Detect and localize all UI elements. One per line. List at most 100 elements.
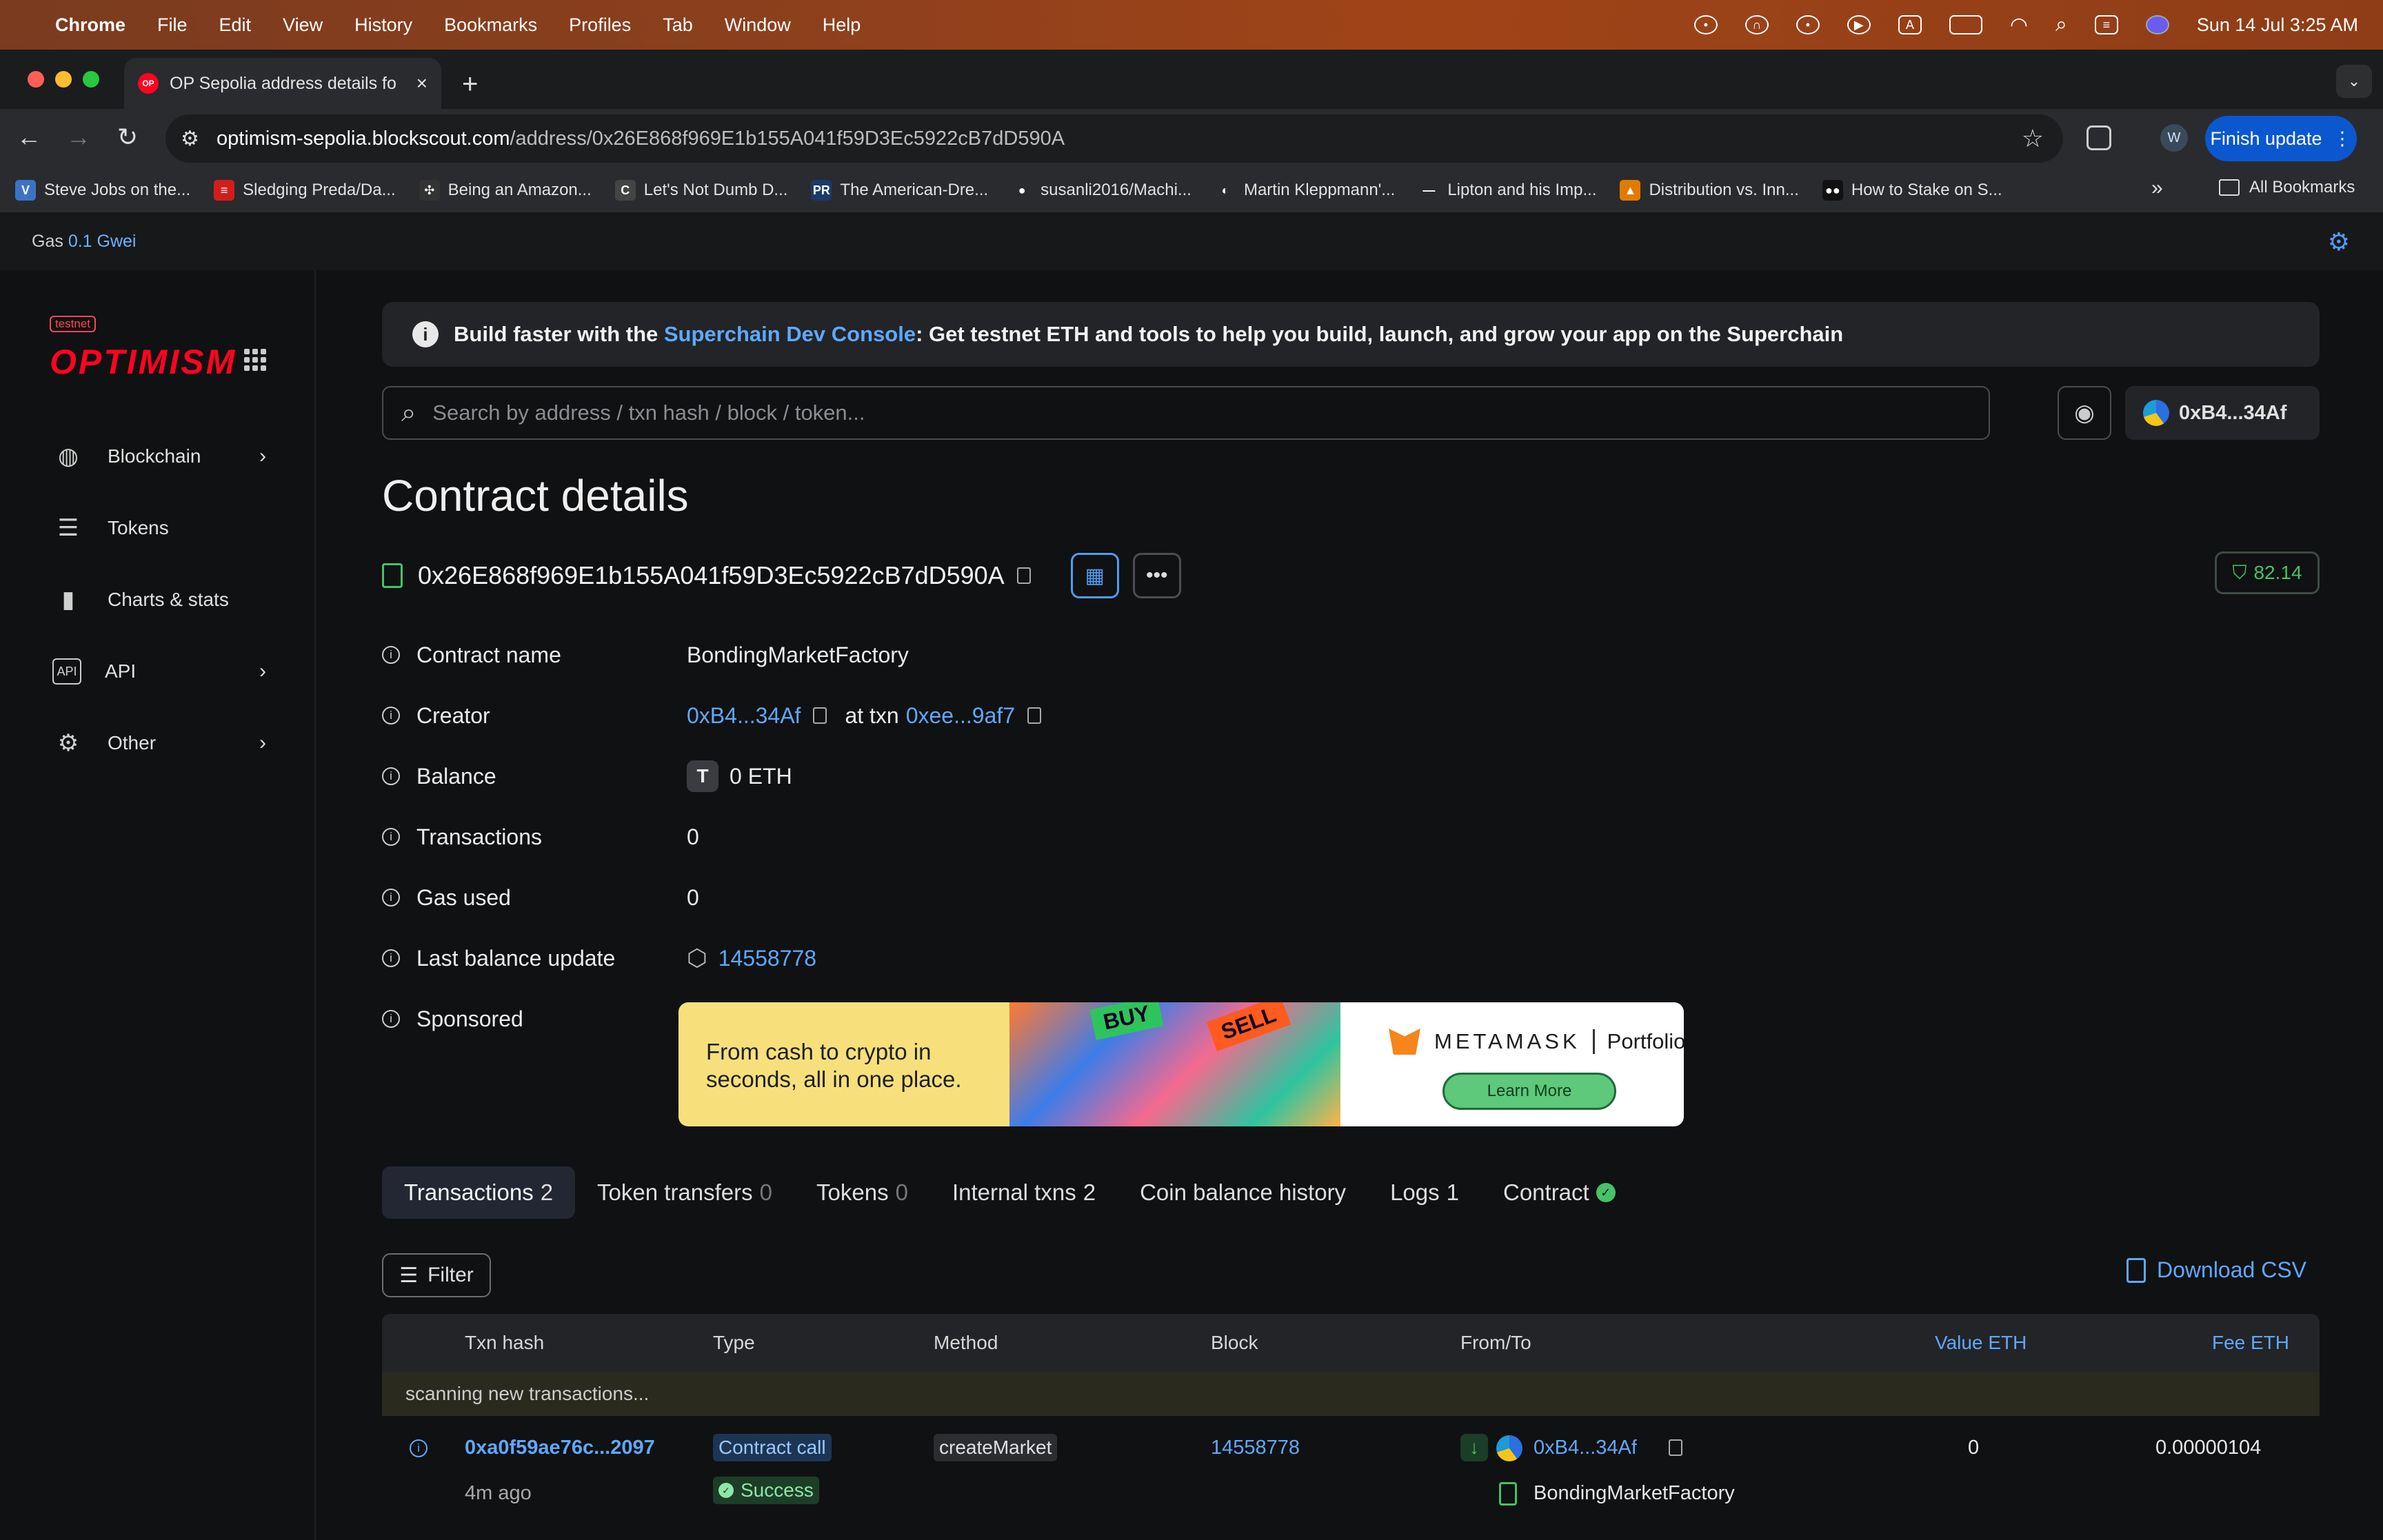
settings-gear-icon[interactable]: ⚙ <box>2328 227 2350 256</box>
extensions-icon[interactable] <box>2087 125 2111 150</box>
status-app-icon[interactable]: • <box>1693 15 1718 34</box>
forward-button[interactable]: → <box>66 123 91 152</box>
sponsored-ad[interactable]: From cash to crypto in seconds, all in o… <box>678 1002 1684 1126</box>
wallet-button[interactable]: 0xB4...34Af <box>2125 386 2320 440</box>
tab-coin-balance-history[interactable]: Coin balance history <box>1118 1166 1368 1219</box>
menu-file[interactable]: File <box>157 14 188 36</box>
tab-op-sepolia[interactable]: OP OP Sepolia address details fo × <box>124 58 441 109</box>
info-icon[interactable]: i <box>382 646 400 664</box>
clock[interactable]: Sun 14 Jul 3:25 AM <box>2197 14 2358 36</box>
sidebar: testnet OPTIMISM ◍ Blockchain › ☰ Tokens… <box>0 270 316 1540</box>
gas-price[interactable]: Gas 0.1 Gwei <box>32 232 136 252</box>
bookmark-item[interactable]: ●● How to Stake on S... <box>1822 180 2002 201</box>
tx-block-link[interactable]: 14558778 <box>1211 1437 1300 1459</box>
col-fee-eth[interactable]: Fee ETH <box>2212 1332 2289 1354</box>
bookmark-star-icon[interactable]: ☆ <box>2022 124 2044 153</box>
menu-edit[interactable]: Edit <box>219 14 252 36</box>
close-tab-icon[interactable]: × <box>416 72 428 94</box>
bookmark-item[interactable]: ✣ Being an Amazon... <box>419 180 592 201</box>
learn-more-button[interactable]: Learn More <box>1442 1073 1616 1110</box>
copy-icon[interactable] <box>1027 707 1042 724</box>
address-bar[interactable]: ⚙ optimism-sepolia.blockscout.com/addres… <box>165 114 2063 163</box>
superchain-console-link[interactable]: Superchain Dev Console <box>664 322 916 347</box>
filter-button[interactable]: ☰ Filter <box>382 1253 491 1297</box>
tab-transactions[interactable]: Transactions 2 <box>382 1166 576 1219</box>
qr-code-button[interactable]: ▦ <box>1070 553 1119 598</box>
bookmark-item[interactable]: PR The American-Dre... <box>811 180 988 201</box>
tab-logs[interactable]: Logs 1 <box>1368 1166 1481 1219</box>
info-icon[interactable]: i <box>382 949 400 967</box>
account-button[interactable]: ◉ <box>2058 386 2111 440</box>
tx-from-link[interactable]: 0xB4...34Af <box>1534 1437 1637 1459</box>
info-icon[interactable]: i <box>382 707 400 725</box>
creator-address-link[interactable]: 0xB4...34Af <box>687 703 801 729</box>
close-window-button[interactable] <box>28 71 44 88</box>
copy-icon[interactable] <box>1016 567 1031 584</box>
menu-profiles[interactable]: Profiles <box>569 14 631 36</box>
tab-contract[interactable]: Contract ✓ <box>1481 1166 1638 1219</box>
input-source-icon[interactable]: A <box>1898 15 1922 34</box>
info-icon[interactable]: i <box>382 828 400 846</box>
sidebar-item-tokens[interactable]: ☰ Tokens <box>52 507 266 549</box>
last-balance-block-link[interactable]: 14558778 <box>718 946 816 971</box>
bookmark-item[interactable]: V Steve Jobs on the... <box>15 180 190 201</box>
tx-info-icon[interactable]: i <box>410 1439 428 1457</box>
col-value-eth[interactable]: Value ETH <box>1935 1332 2027 1354</box>
gas-bar: Gas 0.1 Gwei ⚙ <box>0 212 2383 270</box>
control-center-icon[interactable]: ≡ <box>2094 15 2118 34</box>
siri-icon[interactable] <box>2145 15 2169 34</box>
bookmark-item[interactable]: ◐ Martin Kleppmann'... <box>1214 180 1395 201</box>
menu-app[interactable]: Chrome <box>55 14 125 36</box>
copy-icon[interactable] <box>1669 1439 1682 1456</box>
bookmark-item[interactable]: — Lipton and his Imp... <box>1418 180 1596 201</box>
finish-update-button[interactable]: Finish update ⋮ <box>2205 116 2357 161</box>
copy-icon[interactable] <box>813 707 827 724</box>
profile-avatar[interactable]: W <box>2160 124 2188 152</box>
menu-history[interactable]: History <box>354 14 412 36</box>
creator-txn-link[interactable]: 0xee...9af7 <box>906 703 1015 729</box>
battery-icon[interactable] <box>1949 15 1982 34</box>
menu-bookmarks[interactable]: Bookmarks <box>444 14 537 36</box>
info-icon[interactable]: i <box>382 1010 400 1028</box>
more-options-button[interactable]: ••• <box>1132 553 1181 598</box>
menu-window[interactable]: Window <box>725 14 791 36</box>
tx-hash-link[interactable]: 0xa0f59ae76c...2097 <box>465 1437 655 1459</box>
minimize-window-button[interactable] <box>55 71 72 88</box>
tab-internal-txns[interactable]: Internal txns 2 <box>930 1166 1118 1219</box>
search-input[interactable]: ⌕ Search by address / txn hash / block /… <box>382 386 1990 440</box>
reload-button[interactable]: ↻ <box>117 123 138 152</box>
bookmark-item[interactable]: ▲ Distribution vs. Inn... <box>1620 180 1799 201</box>
status-arc-icon[interactable]: ∩ <box>1744 15 1769 34</box>
sidebar-item-charts[interactable]: ▮ Charts & stats <box>52 579 266 620</box>
menu-view[interactable]: View <box>283 14 323 36</box>
site-info-icon[interactable]: ⚙ <box>181 127 199 151</box>
wifi-icon[interactable]: ◠ <box>2010 13 2028 37</box>
download-csv-link[interactable]: Download CSV <box>2126 1257 2306 1283</box>
menu-help[interactable]: Help <box>823 14 861 36</box>
play-icon[interactable]: ▶ <box>1847 15 1871 34</box>
info-icon[interactable]: i <box>382 767 400 785</box>
status-badge-icon[interactable]: • <box>1796 15 1820 34</box>
tab-search-button[interactable]: ⌄ <box>2336 65 2372 98</box>
bookmark-item[interactable]: ≡ Sledging Preda/Da... <box>214 180 396 201</box>
new-tab-button[interactable]: + <box>462 69 478 100</box>
sidebar-item-api[interactable]: API API › <box>52 651 266 692</box>
tx-to-name[interactable]: BondingMarketFactory <box>1534 1482 1735 1505</box>
info-icon[interactable]: i <box>382 889 400 906</box>
sidebar-item-blockchain[interactable]: ◍ Blockchain › <box>52 436 266 477</box>
back-button[interactable]: ← <box>17 123 41 152</box>
sidebar-item-other[interactable]: ⚙ Other › <box>52 722 266 764</box>
menu-tab[interactable]: Tab <box>663 14 693 36</box>
optimism-logo[interactable]: OPTIMISM <box>50 342 237 382</box>
tab-tokens[interactable]: Tokens 0 <box>794 1166 930 1219</box>
security-score-badge[interactable]: ⛉ 82.14 <box>2215 551 2320 594</box>
apps-grid-icon[interactable] <box>244 349 266 371</box>
all-bookmarks[interactable]: All Bookmarks <box>2219 178 2355 197</box>
zoom-window-button[interactable] <box>83 71 99 88</box>
tab-count: 0 <box>895 1179 908 1205</box>
bookmark-item[interactable]: C Let's Not Dumb D... <box>614 180 787 201</box>
bookmark-item[interactable]: ● susanli2016/Machi... <box>1012 180 1192 201</box>
tab-token-transfers[interactable]: Token transfers 0 <box>575 1166 794 1219</box>
bookmarks-overflow-icon[interactable]: » <box>2151 176 2163 200</box>
spotlight-icon[interactable]: ⌕ <box>2055 13 2067 37</box>
